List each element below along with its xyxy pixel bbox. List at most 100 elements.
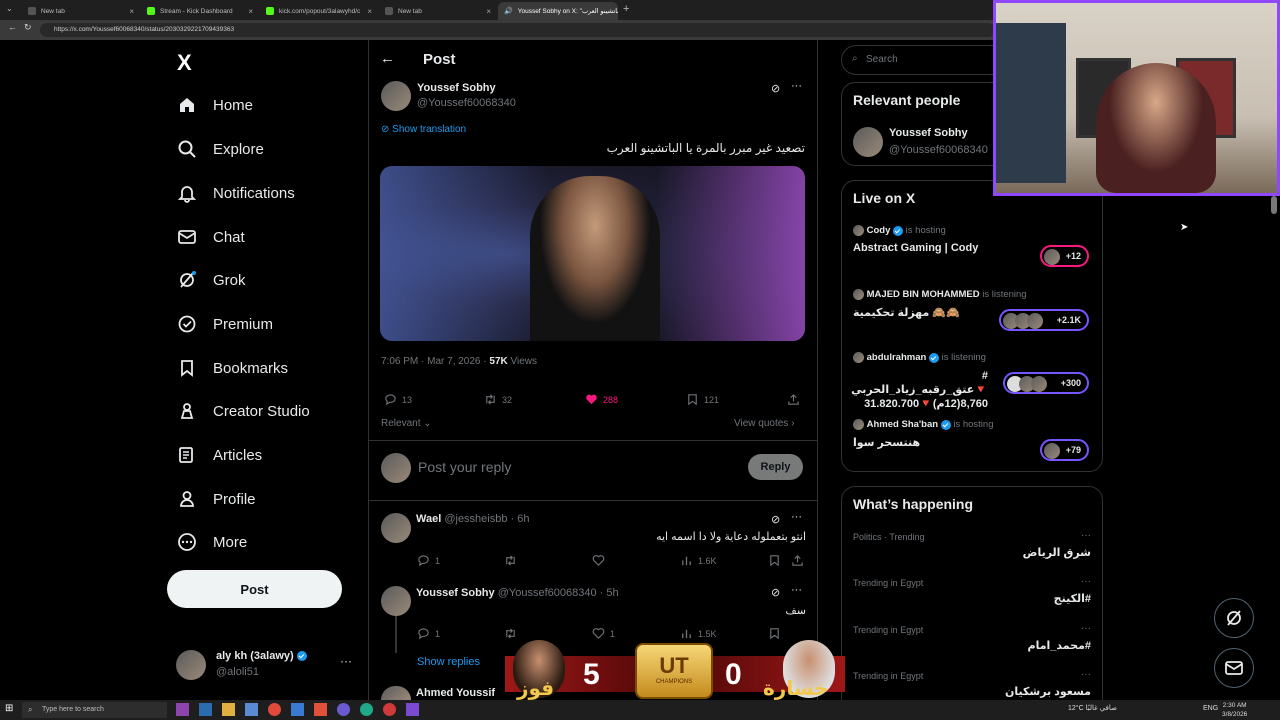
person-name[interactable]: Youssef Sobhy <box>889 127 968 139</box>
more-options-icon[interactable]: ··· <box>340 654 352 668</box>
new-tab-icon[interactable]: + <box>623 3 629 15</box>
reply-avatar[interactable] <box>381 513 411 543</box>
close-icon[interactable]: × <box>129 7 134 16</box>
tab-menu-icon[interactable]: ⌄ <box>6 4 13 13</box>
discord-icon[interactable] <box>337 703 350 716</box>
grok-icon[interactable]: ⊘ <box>771 513 780 526</box>
reply-action[interactable]: 13 <box>384 393 412 406</box>
reply-author-name[interactable]: Youssef Sobhy <box>416 587 495 599</box>
reload-icon[interactable]: ↻ <box>24 22 32 33</box>
x-logo[interactable]: X <box>177 50 192 76</box>
reply-button[interactable]: Reply <box>748 454 803 480</box>
post-button[interactable]: Post <box>167 570 342 608</box>
nav-creator-studio[interactable]: Creator Studio <box>177 401 310 421</box>
weather[interactable]: 12°C صافي غالبًا <box>1068 704 1117 712</box>
sort-dropdown[interactable]: Relevant ⌄ <box>381 418 432 429</box>
reply-author-name[interactable]: Ahmed Youssif <box>416 687 495 699</box>
view-quotes-link[interactable]: View quotes › <box>734 418 794 429</box>
grok-icon[interactable]: ⊘ <box>771 82 780 95</box>
live-space-item[interactable]: abdulrahman is listening # 🔻عتق_رقبه_زيا… <box>851 352 1003 411</box>
more-options-icon[interactable]: ··· <box>1081 530 1091 541</box>
search-input[interactable]: Search <box>866 54 898 65</box>
trend-item[interactable]: Politics · Trending ··· شرق الرياض <box>853 530 1091 559</box>
nav-explore[interactable]: Explore <box>177 139 264 159</box>
nav-grok[interactable]: Grok <box>177 270 246 290</box>
bookmark-action[interactable]: 121 <box>686 393 719 406</box>
chrome-icon[interactable] <box>268 703 281 716</box>
more-options-icon[interactable]: ··· <box>1081 669 1091 680</box>
trend-item[interactable]: Trending in Egypt ··· مسعود برشكيان <box>853 669 1091 698</box>
author-handle[interactable]: @Youssef60068340 <box>417 97 516 109</box>
repost-action[interactable]: 32 <box>484 393 512 406</box>
reply-action[interactable]: 1 <box>417 627 440 640</box>
nav-bookmarks[interactable]: Bookmarks <box>177 358 288 378</box>
nav-profile[interactable]: Profile <box>177 489 256 509</box>
browser-tab[interactable]: Stream - Kick Dashboard × <box>141 2 259 20</box>
author-name[interactable]: Youssef Sobhy <box>417 82 496 94</box>
browser-tab[interactable]: New tab × <box>22 2 140 20</box>
reply-input[interactable]: Post your reply <box>418 459 511 475</box>
more-options-icon[interactable]: ··· <box>1081 623 1091 634</box>
close-icon[interactable]: × <box>486 7 491 16</box>
language-indicator[interactable]: ENG <box>1203 705 1218 712</box>
back-icon[interactable]: ← <box>8 22 17 32</box>
listener-count-pill[interactable]: +79 <box>1040 439 1089 461</box>
close-icon[interactable]: × <box>248 7 253 16</box>
views-action[interactable]: 1.5K <box>680 627 717 640</box>
share-action[interactable] <box>787 393 800 406</box>
scrollbar-thumb[interactable] <box>1271 196 1277 214</box>
listener-count-pill[interactable]: +2.1K <box>999 309 1089 331</box>
repost-action[interactable] <box>504 554 517 567</box>
like-action[interactable]: 1 <box>592 627 615 640</box>
like-action[interactable] <box>592 554 610 567</box>
app-icon[interactable] <box>176 703 189 716</box>
account-switcher[interactable]: aly kh (3alawy) @aloli51 ··· <box>176 648 356 682</box>
nav-articles[interactable]: Articles <box>177 445 262 465</box>
listener-count-pill[interactable]: +12 <box>1040 245 1089 267</box>
browser-tab[interactable]: kick.com/popout/3alawyhd/c × <box>260 2 378 20</box>
reply-action[interactable]: 1 <box>417 554 440 567</box>
taskbar-search[interactable]: ⌕ Type here to search <box>22 702 167 718</box>
like-action[interactable]: 288 <box>585 393 618 406</box>
address-bar[interactable]: https://x.com/Youssef60068340/status/203… <box>40 23 995 37</box>
search-box[interactable]: ⌕ Search <box>841 45 1001 75</box>
reply-author-name[interactable]: Wael <box>416 513 441 525</box>
show-translation-link[interactable]: ⊘ Show translation <box>381 124 466 135</box>
browser-tab[interactable]: New tab × <box>379 2 497 20</box>
trend-item[interactable]: Trending in Egypt ··· #الكينج <box>853 576 1091 605</box>
app-icon[interactable] <box>245 703 258 716</box>
nav-home[interactable]: Home <box>177 95 253 115</box>
show-replies-link[interactable]: Show replies <box>417 656 480 668</box>
grok-button[interactable] <box>1214 598 1254 638</box>
nav-notifications[interactable]: Notifications <box>177 183 295 203</box>
windows-start-icon[interactable]: ⊞ <box>5 703 13 714</box>
reply-avatar[interactable] <box>381 586 411 616</box>
obs-icon[interactable] <box>383 703 396 716</box>
app-icon[interactable] <box>406 703 419 716</box>
app-icon[interactable] <box>360 703 373 716</box>
more-options-icon[interactable]: ··· <box>791 511 802 523</box>
more-options-icon[interactable]: ··· <box>1081 576 1091 587</box>
nav-chat[interactable]: Chat <box>177 227 245 247</box>
share-action[interactable] <box>791 554 804 567</box>
nav-more[interactable]: More <box>177 532 247 552</box>
person-handle[interactable]: @Youssef60068340 <box>889 144 993 156</box>
listener-count-pill[interactable]: +300 <box>1003 372 1089 394</box>
reply-author-handle[interactable]: @jessheisbb <box>444 513 507 525</box>
browser-tab-active[interactable]: 🔊 Youssef Sobhy on X: "تصعيد غير مبرر با… <box>498 2 618 20</box>
more-options-icon[interactable]: ··· <box>791 584 802 596</box>
repost-action[interactable] <box>504 627 517 640</box>
clock[interactable]: 2:30 AM 3/8/2026 <box>1222 701 1247 719</box>
app-icon[interactable] <box>314 703 327 716</box>
nav-premium[interactable]: Premium <box>177 314 273 334</box>
close-icon[interactable]: × <box>367 7 372 16</box>
avatar[interactable] <box>853 127 883 157</box>
messages-button[interactable] <box>1214 648 1254 688</box>
bookmark-action[interactable] <box>768 554 781 567</box>
more-options-icon[interactable]: ··· <box>791 80 802 92</box>
bookmark-action[interactable] <box>768 627 781 640</box>
grok-icon[interactable]: ⊘ <box>771 586 780 599</box>
app-icon[interactable] <box>199 703 212 716</box>
back-arrow-icon[interactable]: ← <box>380 50 395 67</box>
folder-icon[interactable] <box>222 703 235 716</box>
